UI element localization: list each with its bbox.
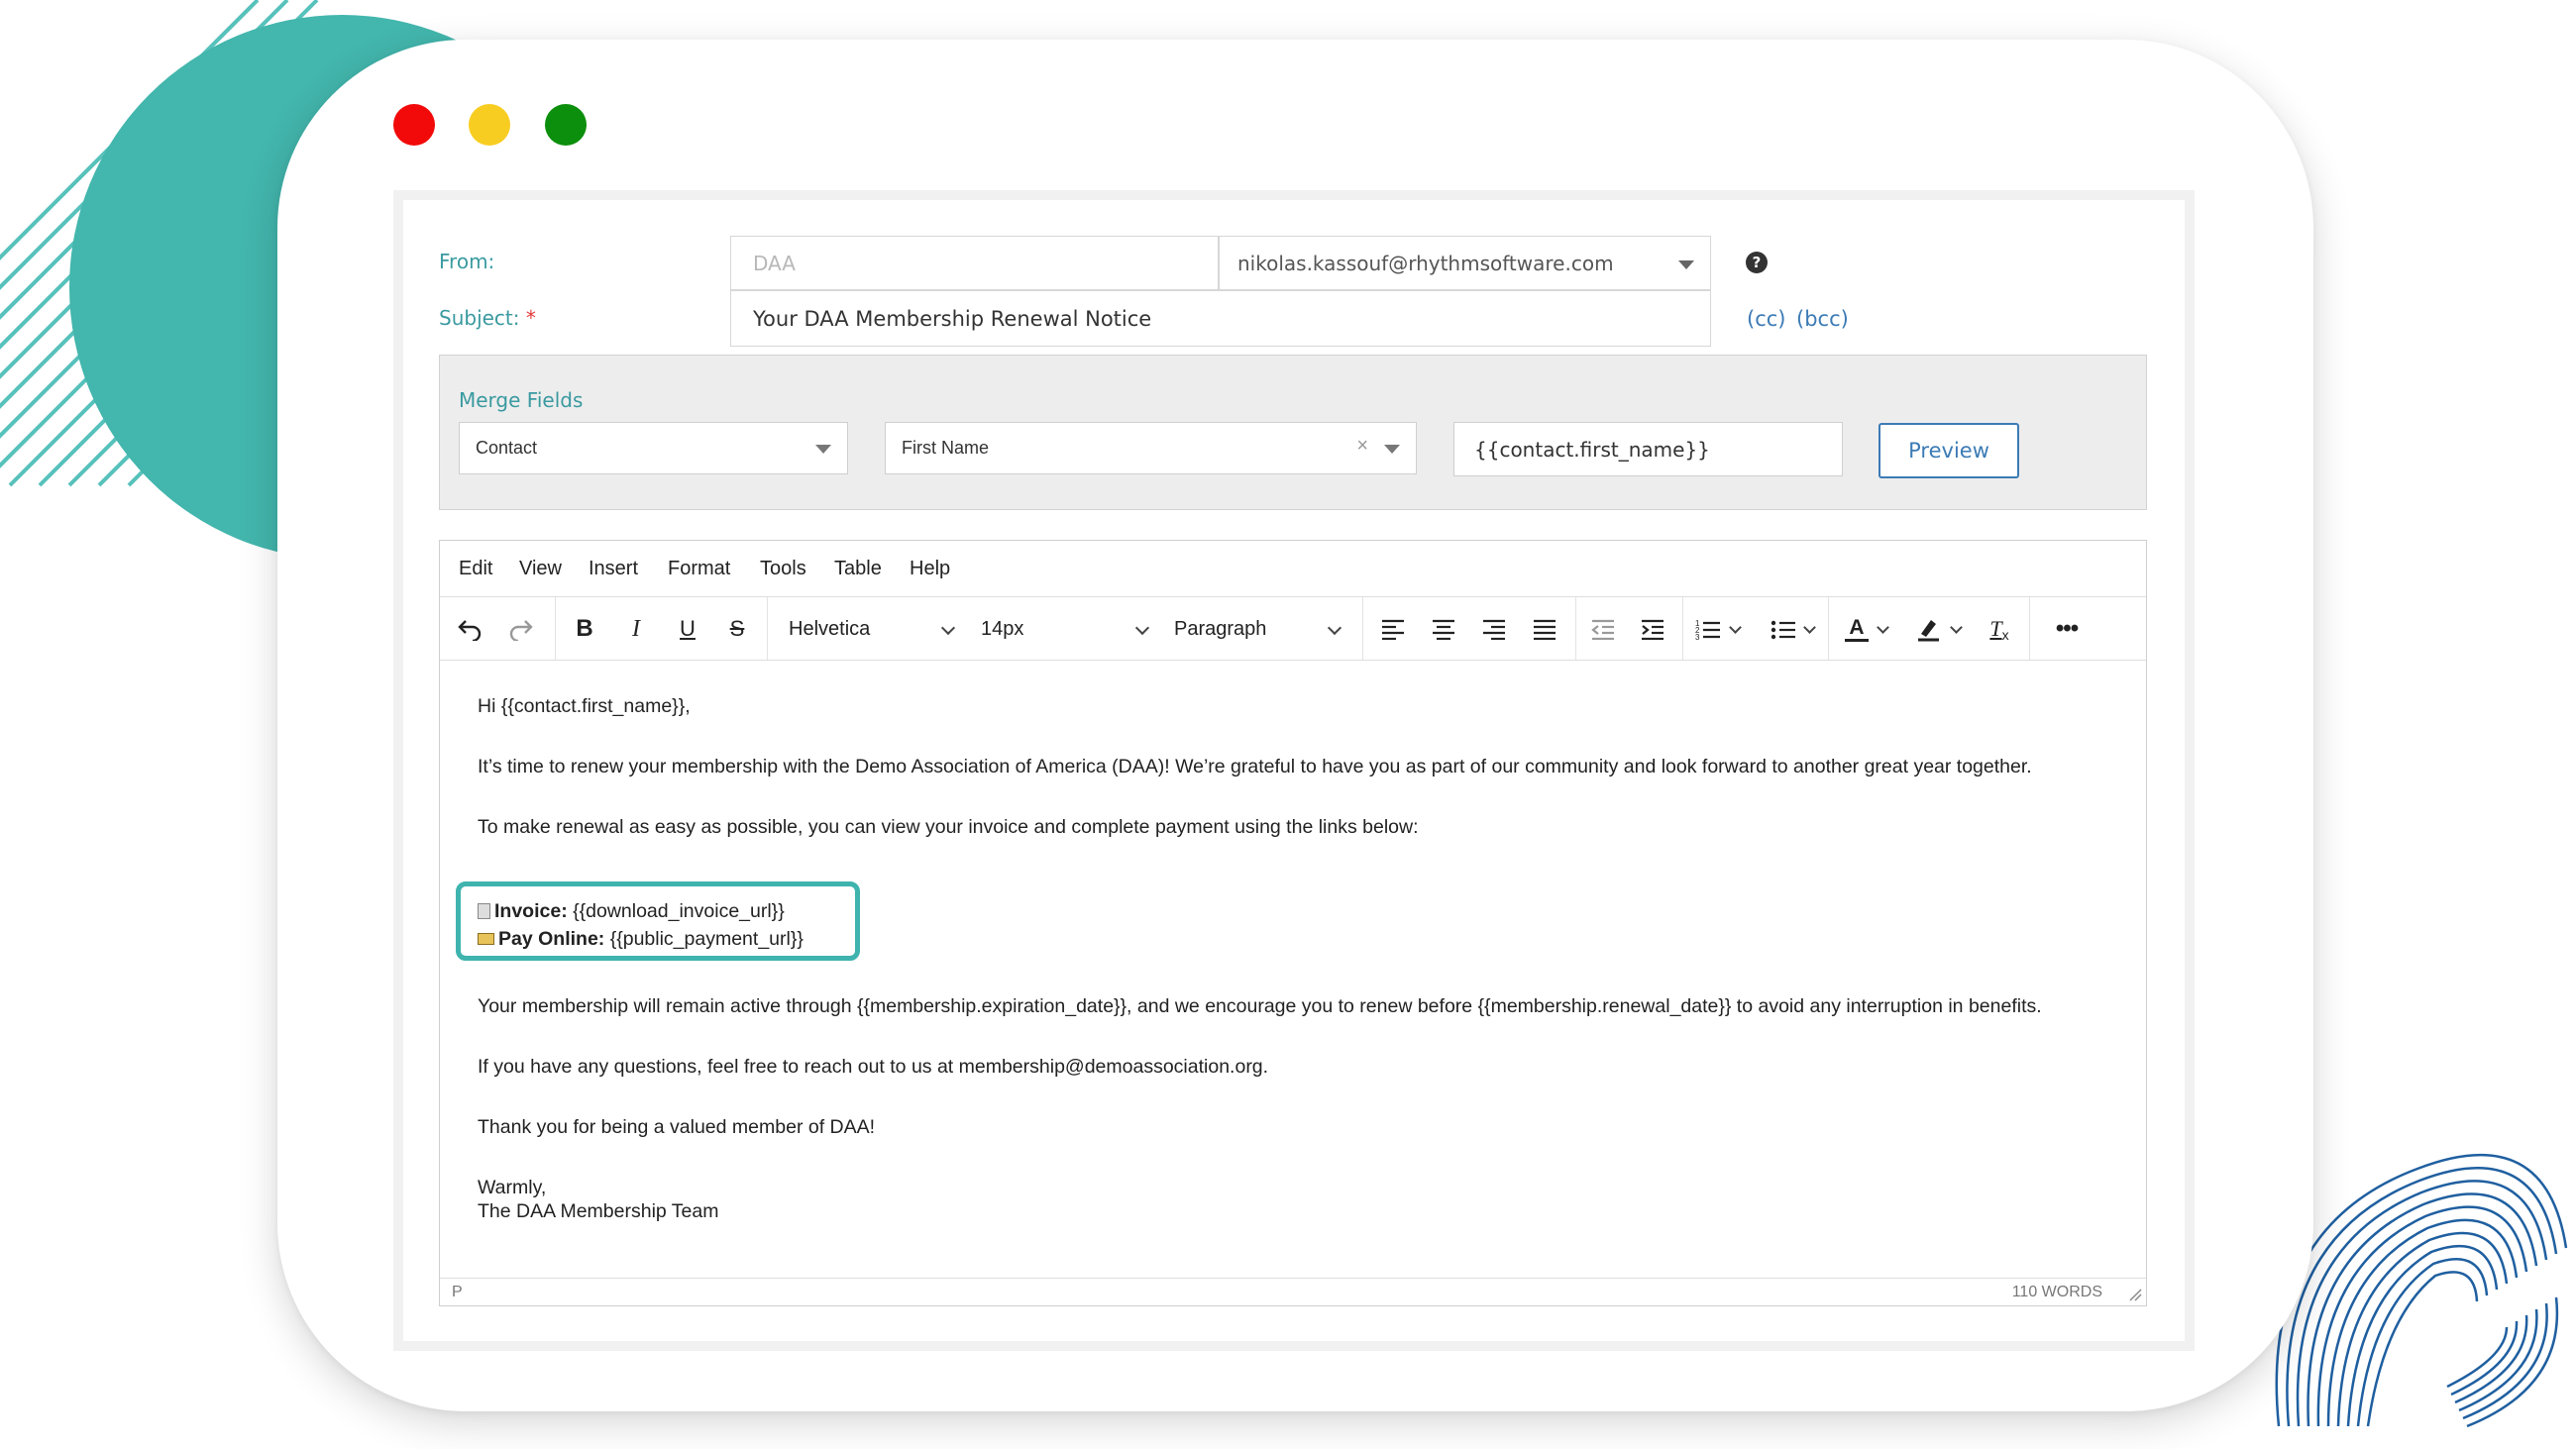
body-paragraph-1: It’s time to renew your membership with … — [478, 756, 2032, 777]
toolbar-divider — [2029, 597, 2030, 660]
block-format-value: Paragraph — [1174, 617, 1267, 640]
chevron-down-icon — [815, 445, 831, 454]
font-size-select[interactable]: 14px — [981, 611, 1120, 647]
rich-text-editor: Edit View Insert Format Tools Table Help… — [439, 540, 2147, 1306]
preview-button[interactable]: Preview — [1878, 423, 2019, 478]
invoice-label: Invoice: — [494, 900, 568, 922]
body-paragraph-5: Thank you for being a valued member of D… — [478, 1116, 876, 1138]
indent-icon[interactable] — [1635, 611, 1670, 647]
chevron-down-icon — [1877, 621, 1889, 634]
block-format-select[interactable]: Paragraph — [1174, 611, 1323, 647]
italic-icon[interactable]: I — [618, 611, 654, 647]
pay-online-line: Pay Online: {{public_payment_url}} — [478, 927, 2122, 951]
required-marker: * — [525, 306, 536, 330]
menu-view[interactable]: View — [519, 558, 562, 580]
from-name-placeholder: DAA — [753, 251, 796, 275]
pay-online-token: {{public_payment_url}} — [609, 928, 804, 950]
invoice-line: Invoice: {{download_invoice_url}} — [478, 899, 2122, 923]
from-email-value: nikolas.kassouf@rhythmsoftware.com — [1237, 251, 1614, 275]
window-close-dot[interactable] — [393, 104, 435, 146]
subject-value: Your DAA Membership Renewal Notice — [753, 306, 1152, 331]
strikethrough-icon[interactable]: S — [719, 611, 755, 647]
subject-label: Subject: * — [439, 306, 536, 330]
chevron-down-icon — [1803, 621, 1816, 634]
menu-tools[interactable]: Tools — [760, 558, 806, 580]
clear-icon[interactable]: × — [1356, 435, 1368, 458]
highlight-icon[interactable] — [1910, 611, 1946, 647]
chevron-down-icon — [1678, 260, 1694, 269]
editor-statusbar: P 110 WORDS — [440, 1278, 2146, 1305]
window-minimize-dot[interactable] — [469, 104, 510, 146]
from-email-select[interactable]: nikolas.kassouf@rhythmsoftware.com — [1219, 236, 1711, 290]
svg-text:3: 3 — [1695, 633, 1700, 640]
merge-fields-title: Merge Fields — [459, 388, 584, 412]
merge-token-field[interactable]: {{contact.first_name}} — [1453, 422, 1843, 476]
window-maximize-dot[interactable] — [545, 104, 587, 146]
align-justify-icon[interactable] — [1527, 611, 1562, 647]
invoice-token: {{download_invoice_url}} — [573, 900, 785, 922]
toolbar-divider — [1682, 597, 1683, 660]
align-left-icon[interactable] — [1375, 611, 1411, 647]
numbered-list-icon[interactable]: 123 — [1690, 611, 1726, 647]
toolbar-divider — [1828, 597, 1829, 660]
bullet-list-icon[interactable] — [1766, 611, 1801, 647]
cc-link[interactable]: (cc) — [1747, 307, 1785, 331]
redo-icon[interactable] — [503, 611, 539, 647]
text-color-icon[interactable]: A — [1839, 611, 1875, 647]
body-paragraph-3: Your membership will remain active throu… — [478, 995, 2042, 1017]
font-family-select[interactable]: Helvetica — [789, 611, 947, 647]
editor-content[interactable]: Hi {{contact.first_name}}, It’s time to … — [440, 662, 2146, 1264]
from-name-input[interactable]: DAA — [730, 236, 1219, 290]
body-paragraph-4: If you have any questions, feel free to … — [478, 1056, 1269, 1078]
underline-icon[interactable]: U — [670, 611, 705, 647]
menu-insert[interactable]: Insert — [589, 558, 638, 580]
from-label: From: — [439, 250, 495, 273]
undo-icon[interactable] — [452, 611, 487, 647]
toolbar-divider — [767, 597, 768, 660]
menu-format[interactable]: Format — [668, 558, 730, 580]
merge-token-value: {{contact.first_name}} — [1474, 437, 1710, 462]
bold-icon[interactable]: B — [567, 611, 602, 647]
bcc-link[interactable]: (bcc) — [1796, 307, 1849, 331]
chevron-down-icon — [1134, 620, 1150, 636]
more-icon[interactable]: ••• — [2045, 611, 2089, 647]
merge-field-value: First Name — [902, 438, 990, 458]
merge-entity-select[interactable]: Contact — [459, 422, 848, 474]
subject-input[interactable]: Your DAA Membership Renewal Notice — [730, 290, 1711, 347]
merge-field-select[interactable]: First Name × — [885, 422, 1417, 474]
body-paragraph-2: To make renewal as easy as possible, you… — [478, 816, 1419, 838]
menu-edit[interactable]: Edit — [459, 558, 492, 580]
credit-card-icon — [478, 933, 494, 945]
element-path[interactable]: P — [452, 1284, 463, 1301]
chevron-down-icon — [1384, 445, 1400, 454]
clear-formatting-icon[interactable]: Tx — [1982, 611, 2017, 647]
toolbar-divider — [555, 597, 556, 660]
merge-entity-value: Contact — [476, 438, 538, 458]
editor-menubar: Edit View Insert Format Tools Table Help — [440, 541, 2146, 597]
menu-table[interactable]: Table — [834, 558, 882, 580]
align-center-icon[interactable] — [1426, 611, 1461, 647]
font-family-value: Helvetica — [789, 617, 871, 640]
chevron-down-icon — [1729, 621, 1742, 634]
greeting-line: Hi {{contact.first_name}}, — [478, 695, 691, 717]
editor-toolbar: B I U S Helvetica 14px Paragraph 1 2 3 A… — [440, 597, 2146, 661]
menu-help[interactable]: Help — [910, 558, 950, 580]
signature-line: The DAA Membership Team — [478, 1200, 719, 1222]
question-circle-icon[interactable]: ? — [1746, 252, 1768, 273]
font-size-value: 14px — [981, 617, 1024, 640]
align-right-icon[interactable] — [1476, 611, 1512, 647]
outdent-icon[interactable] — [1585, 611, 1621, 647]
toolbar-divider — [1575, 597, 1576, 660]
chevron-down-icon — [1950, 621, 1963, 634]
closing-line: Warmly, — [478, 1177, 547, 1198]
chevron-down-icon — [1327, 620, 1342, 636]
resize-handle-icon[interactable] — [2128, 1288, 2142, 1301]
toolbar-divider — [1362, 597, 1363, 660]
word-count[interactable]: 110 WORDS — [2012, 1284, 2102, 1301]
document-icon — [478, 903, 490, 919]
pay-online-label: Pay Online: — [498, 928, 605, 950]
